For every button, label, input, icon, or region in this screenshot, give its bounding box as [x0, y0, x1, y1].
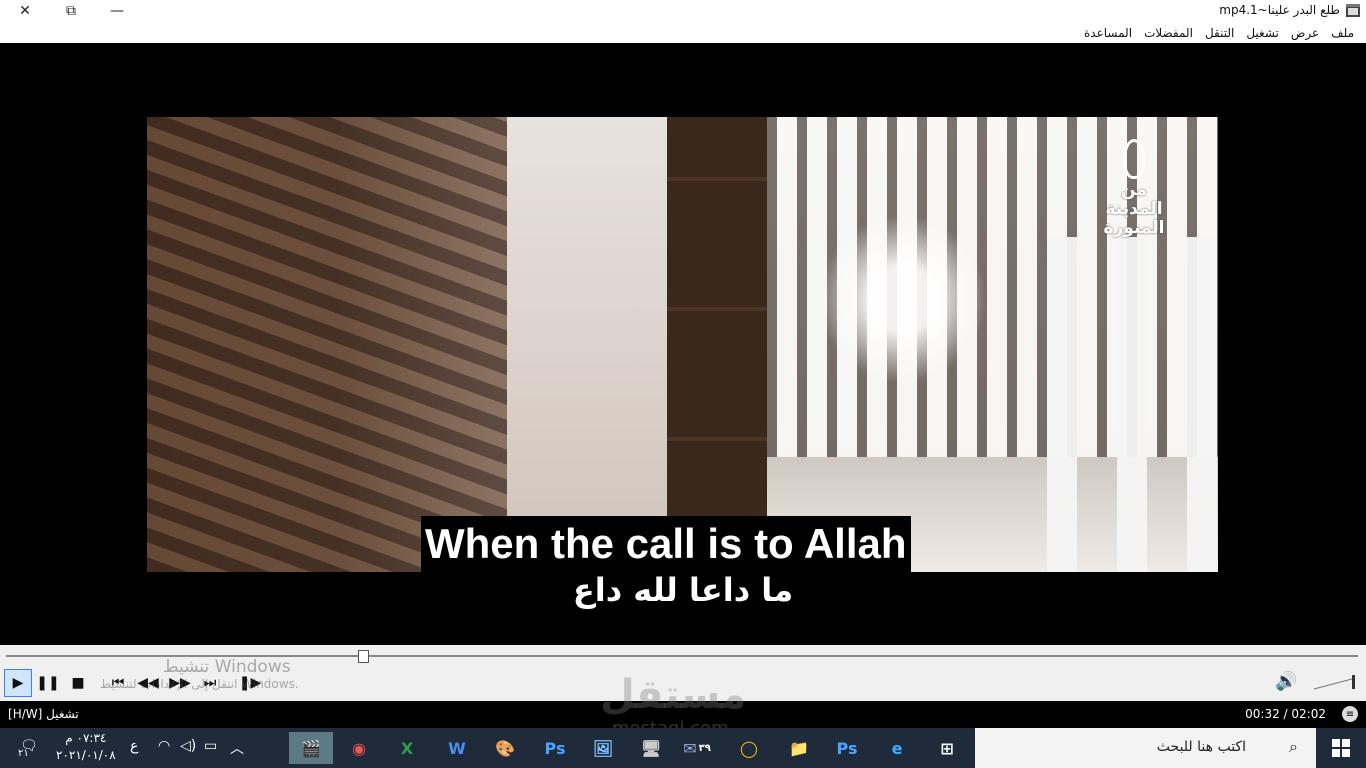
clock[interactable]: ٠٧:٣٤ م ٢٠٢١/٠١/٠٨ — [56, 730, 116, 764]
clock-time: ٠٧:٣٤ م — [65, 731, 107, 745]
speaker-icon[interactable]: ◁) — [180, 738, 196, 754]
search-box[interactable]: اكتب هنا للبحث ⌕ — [975, 728, 1316, 768]
play-button[interactable]: ▶ — [4, 669, 32, 697]
subtitle-arabic: ما داعا لله داع — [572, 571, 794, 609]
volume-slider[interactable] — [1312, 675, 1358, 691]
volume-icon[interactable]: 🔊 — [1275, 671, 1297, 692]
menu-file[interactable]: ملف — [1325, 26, 1360, 40]
video-wall — [147, 117, 507, 572]
seek-thumb[interactable] — [357, 650, 369, 663]
windows-logo-icon — [1332, 739, 1350, 757]
menu-help[interactable]: المساعدة — [1078, 26, 1138, 40]
media-player-icon — [1346, 4, 1360, 17]
taskbar-file-explorer[interactable]: 📁 — [777, 732, 821, 764]
taskbar-apps: 🎬 ◉ X W 🎨 Ps 🖼 🖥 ✉ ٣٩ ◯ 📁 Ps e ⊞ — [287, 728, 975, 768]
taskbar-photoshop-1[interactable]: Ps — [533, 732, 577, 764]
menu-view[interactable]: عرض — [1285, 26, 1325, 40]
video-door — [667, 117, 767, 572]
task-view-icon[interactable]: ⊞ — [925, 732, 969, 764]
taskbar-photos[interactable]: 🖼 — [581, 732, 625, 764]
menu-play[interactable]: تشغيل — [1240, 26, 1285, 40]
taskbar-paint[interactable]: 🎨 — [483, 732, 527, 764]
close-icon[interactable]: ✕ — [2, 0, 48, 22]
taskbar-chrome[interactable]: ◯ — [727, 732, 771, 764]
activation-title: تنشيط Windows — [163, 657, 291, 677]
taskbar-app-red[interactable]: ◉ — [337, 732, 381, 764]
activation-subtitle: انتقل إلى الإعدادات لتنشيط Windows. — [100, 677, 299, 691]
taskbar: 🗨 ٢١ ٠٧:٣٤ م ٢٠٢١/٠١/٠٨ ع ◠ ◁) ▭ ︿ 🎬 ◉ X… — [0, 728, 1366, 768]
video-columns — [1007, 237, 1218, 572]
clock-date: ٢٠٢١/٠١/٠٨ — [56, 748, 116, 762]
subtitle-english: When the call is to Allah — [421, 516, 911, 572]
menu-navigate[interactable]: التنقل — [1199, 26, 1240, 40]
logo-text-3: المنورة — [1103, 218, 1165, 238]
taskbar-photoshop-2[interactable]: Ps — [825, 732, 869, 764]
mail-icon: ✉ — [683, 738, 697, 758]
minimize-icon[interactable]: — — [94, 0, 140, 22]
menu-bar: ملف عرض تشغيل التنقل المفضلات المساعدة — [0, 22, 1366, 43]
taskbar-excel[interactable]: X — [385, 732, 429, 764]
chevron-up-icon[interactable]: ︿ — [230, 738, 244, 758]
taskbar-edge[interactable]: e — [875, 732, 919, 764]
video-frame: من المدينة المنورة — [147, 117, 1218, 572]
title-bar: ✕ ⧉ — طلع البدر علينا~mp4.1 — [0, 0, 1366, 22]
search-icon: ⌕ — [1289, 737, 1298, 756]
logo-mark-icon — [1123, 139, 1145, 179]
search-placeholder: اكتب هنا للبحث — [1156, 739, 1246, 755]
options-icon[interactable]: ≡ — [1342, 706, 1358, 722]
channel-logo: من المدينة المنورة — [1098, 139, 1170, 238]
pause-button[interactable]: ❚❚ — [34, 669, 62, 697]
taskbar-media-player[interactable]: 🎬 — [289, 732, 333, 764]
wifi-icon[interactable]: ◠ — [158, 738, 170, 754]
start-button[interactable] — [1316, 728, 1366, 768]
time-readout: 00:32 / 02:02 — [1245, 707, 1326, 721]
brand-watermark: مستقل — [600, 672, 747, 718]
playback-status: تشغيل [H/W] — [8, 707, 79, 721]
video-pillar — [507, 117, 667, 572]
video-area[interactable]: من المدينة المنورة When the call is to A… — [0, 43, 1366, 645]
mail-count: ٣٩ — [698, 742, 711, 754]
language-indicator[interactable]: ع — [130, 738, 138, 754]
taskbar-mail[interactable]: ✉ ٣٩ — [675, 732, 719, 764]
taskbar-word[interactable]: W — [435, 732, 479, 764]
window-title: طلع البدر علينا~mp4.1 — [1219, 3, 1340, 17]
logo-text-2: المدينة — [1105, 199, 1163, 219]
maximize-icon[interactable]: ⧉ — [48, 0, 94, 22]
system-tray: 🗨 ٢١ ٠٧:٣٤ م ٢٠٢١/٠١/٠٨ ع ◠ ◁) ▭ ︿ — [0, 728, 285, 768]
logo-text-1: من — [1121, 180, 1147, 200]
stop-button[interactable]: ■ — [64, 669, 92, 697]
battery-icon[interactable]: ▭ — [204, 738, 217, 754]
taskbar-computer[interactable]: 🖥 — [629, 732, 673, 764]
menu-favorites[interactable]: المفضلات — [1138, 26, 1199, 40]
notification-count: ٢١ — [18, 748, 29, 759]
